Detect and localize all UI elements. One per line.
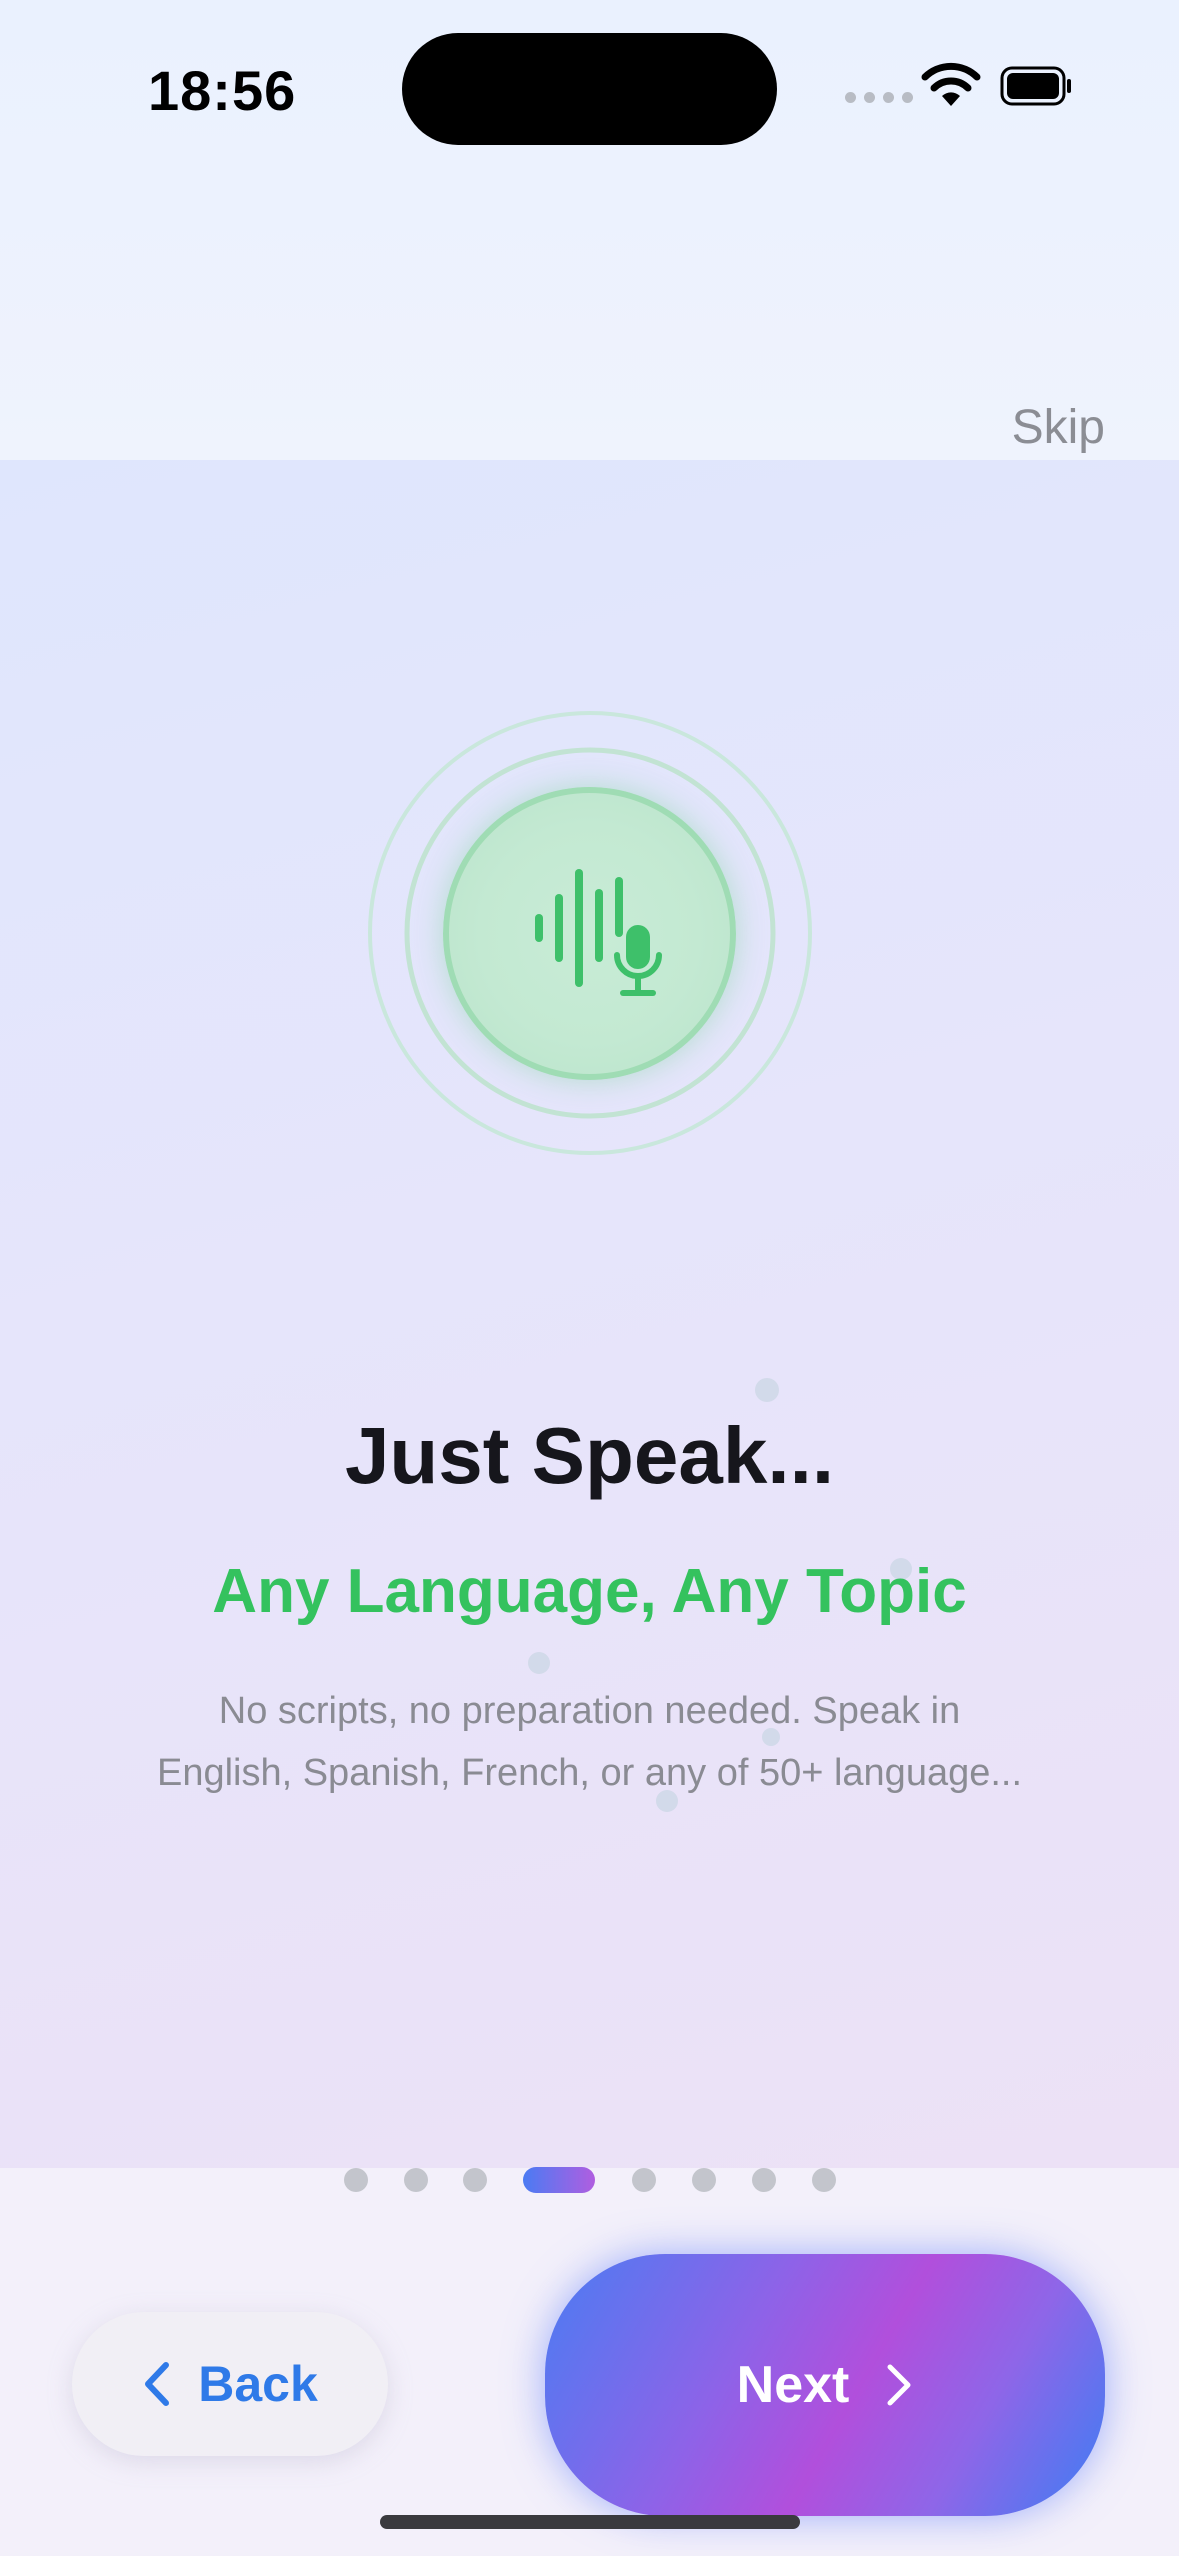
onboarding-panel [0,460,1179,2168]
page-dot-active[interactable] [523,2167,595,2193]
description-line-2: English, Spanish, French, or any of 50+ … [156,1752,1023,1794]
waveform-mic-icon [535,869,662,996]
page-dot[interactable] [463,2168,487,2192]
dynamic-island [402,33,777,145]
wifi-icon [921,62,981,106]
battery-icon [1000,66,1071,106]
particle-dot [755,1378,779,1402]
page-dot[interactable] [812,2168,836,2192]
status-time: 18:56 [148,59,297,122]
description-line-1: No scripts, no preparation needed. Speak… [218,1690,961,1732]
next-button[interactable]: Next [545,2254,1105,2516]
onboarding-title: Just Speak... [344,1411,835,1500]
page-dot[interactable] [692,2168,716,2192]
onboarding-subtitle: Any Language, Any Topic [212,1557,967,1626]
skip-button[interactable]: Skip [1012,400,1105,455]
particle-dot [528,1652,550,1674]
onboarding-description: No scripts, no preparation needed. Speak… [100,1680,1079,1804]
home-indicator [380,2515,800,2529]
back-button[interactable]: Back [72,2312,388,2456]
chevron-left-icon [145,2362,170,2406]
page-dot[interactable] [404,2168,428,2192]
cellular-signal-icon [845,92,913,103]
page-dot[interactable] [344,2168,368,2192]
page-indicator [0,2167,1179,2193]
back-button-label: Back [198,2356,318,2412]
hero-circle [443,787,736,1080]
chevron-right-icon [887,2364,911,2406]
page-dot[interactable] [632,2168,656,2192]
next-button-label: Next [736,2356,850,2414]
page-dot[interactable] [752,2168,776,2192]
